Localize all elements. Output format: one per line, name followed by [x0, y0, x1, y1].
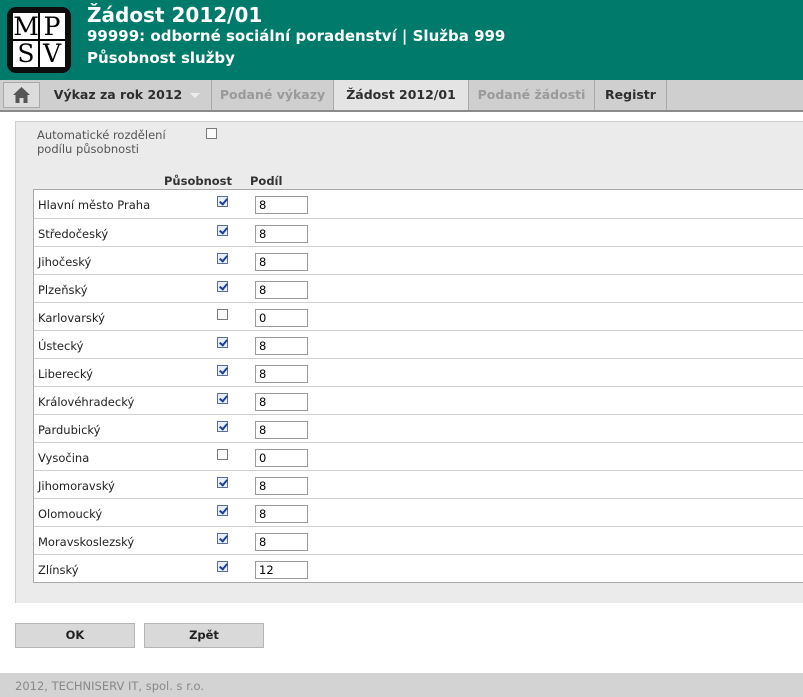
region-share-input[interactable]	[255, 393, 308, 411]
nav-podane-vykazy[interactable]: Podané výkazy	[212, 80, 334, 110]
region-name: Hlavní město Praha	[38, 198, 151, 212]
table-row: Olomoucký	[34, 498, 803, 526]
region-share-input[interactable]	[255, 196, 308, 214]
nav-zadost-2012-01[interactable]: Žádost 2012/01	[334, 80, 469, 110]
region-pusobnost-checkbox[interactable]	[217, 225, 228, 236]
region-pusobnost-checkbox[interactable]	[217, 365, 228, 376]
table-row: Moravskoslezský	[34, 526, 803, 554]
home-icon	[13, 87, 30, 103]
table-row: Karlovarský	[34, 302, 803, 330]
table-row: Jihočeský	[34, 246, 803, 274]
mpsv-logo: M P S V	[7, 7, 71, 73]
region-pusobnost-checkbox[interactable]	[217, 309, 228, 320]
footer: 2012, TECHNISERV IT, spol. s r.o.	[0, 673, 803, 697]
region-share-input[interactable]	[255, 281, 308, 299]
region-pusobnost-checkbox[interactable]	[217, 533, 228, 544]
table-row: Plzeňský	[34, 274, 803, 302]
region-share-input[interactable]	[255, 337, 308, 355]
back-button[interactable]: Zpět	[144, 623, 264, 648]
table-row: Středočeský	[34, 218, 803, 246]
region-pusobnost-checkbox[interactable]	[217, 281, 228, 292]
region-pusobnost-checkbox[interactable]	[217, 393, 228, 404]
region-name: Pardubický	[38, 423, 101, 437]
region-share-input[interactable]	[255, 365, 308, 383]
region-share-input[interactable]	[255, 561, 308, 579]
table-row: Ústecký	[34, 330, 803, 358]
region-share-input[interactable]	[255, 533, 308, 551]
logo-letter-s: S	[17, 39, 35, 68]
region-pusobnost-checkbox[interactable]	[217, 561, 228, 572]
service-subtitle: 99999: odborné sociální poradenství | Sl…	[87, 27, 506, 45]
table-row: Pardubický	[34, 414, 803, 442]
region-share-input[interactable]	[255, 505, 308, 523]
main-nav: Výkaz za rok 2012 Podané výkazy Žádost 2…	[0, 80, 803, 112]
region-name: Zlínský	[38, 563, 79, 577]
app-header: M P S V Žádost 2012/01 99999: odborné so…	[0, 0, 803, 80]
region-share-input[interactable]	[255, 309, 308, 327]
home-button[interactable]	[3, 82, 40, 108]
auto-distribution-label: Automatické rozdělení podílu působnosti	[37, 128, 166, 156]
region-pusobnost-checkbox[interactable]	[217, 449, 228, 460]
logo-letter-p: P	[43, 12, 61, 41]
region-pusobnost-checkbox[interactable]	[217, 196, 228, 207]
region-share-input[interactable]	[255, 253, 308, 271]
table-row: Královéhradecký	[34, 386, 803, 414]
region-pusobnost-checkbox[interactable]	[217, 477, 228, 488]
page-title: Žádost 2012/01	[87, 3, 263, 27]
auto-distribution-checkbox[interactable]	[206, 128, 217, 139]
logo-letter-v: V	[42, 39, 62, 68]
region-pusobnost-checkbox[interactable]	[217, 421, 228, 432]
region-share-input[interactable]	[255, 449, 308, 467]
section-title: Působnost služby	[87, 49, 235, 67]
column-header-pusobnost: Působnost	[164, 174, 233, 188]
region-pusobnost-checkbox[interactable]	[217, 337, 228, 348]
nav-registr[interactable]: Registr	[595, 80, 667, 110]
region-share-input[interactable]	[255, 225, 308, 243]
table-row: Liberecký	[34, 358, 803, 386]
nav-vykaz-2012[interactable]: Výkaz za rok 2012	[43, 80, 212, 110]
region-share-input[interactable]	[255, 477, 308, 495]
region-name: Jihomoravský	[38, 479, 115, 493]
region-table: Hlavní město Praha Středočeský Jihočeský Pl…	[33, 189, 803, 583]
region-pusobnost-checkbox[interactable]	[217, 505, 228, 516]
ok-button[interactable]: OK	[15, 623, 135, 648]
footer-copyright: 2012, TECHNISERV IT, spol. s r.o.	[15, 679, 205, 693]
region-pusobnost-checkbox[interactable]	[217, 253, 228, 264]
table-row: Zlínský	[34, 554, 803, 582]
table-row: Jihomoravský	[34, 470, 803, 498]
region-name: Karlovarský	[38, 311, 105, 325]
chevron-down-icon	[190, 93, 201, 98]
column-header-podil: Podíl	[250, 174, 283, 188]
nav-podane-zadosti[interactable]: Podané žádosti	[469, 80, 595, 110]
region-name: Olomoucký	[38, 507, 103, 521]
region-share-input[interactable]	[255, 421, 308, 439]
region-name: Liberecký	[38, 367, 93, 381]
region-name: Moravskoslezský	[38, 535, 135, 549]
logo-letter-m: M	[13, 12, 39, 41]
region-name: Královéhradecký	[38, 395, 135, 409]
region-name: Středočeský	[38, 227, 109, 241]
table-row: Vysočina	[34, 442, 803, 470]
table-row: Hlavní město Praha	[34, 190, 803, 218]
nav-vykaz-2012-label: Výkaz za rok 2012	[53, 87, 183, 102]
region-name: Ústecký	[38, 339, 84, 353]
region-name: Jihočeský	[38, 255, 92, 269]
region-name: Plzeňský	[38, 283, 88, 297]
region-name: Vysočina	[38, 451, 90, 465]
